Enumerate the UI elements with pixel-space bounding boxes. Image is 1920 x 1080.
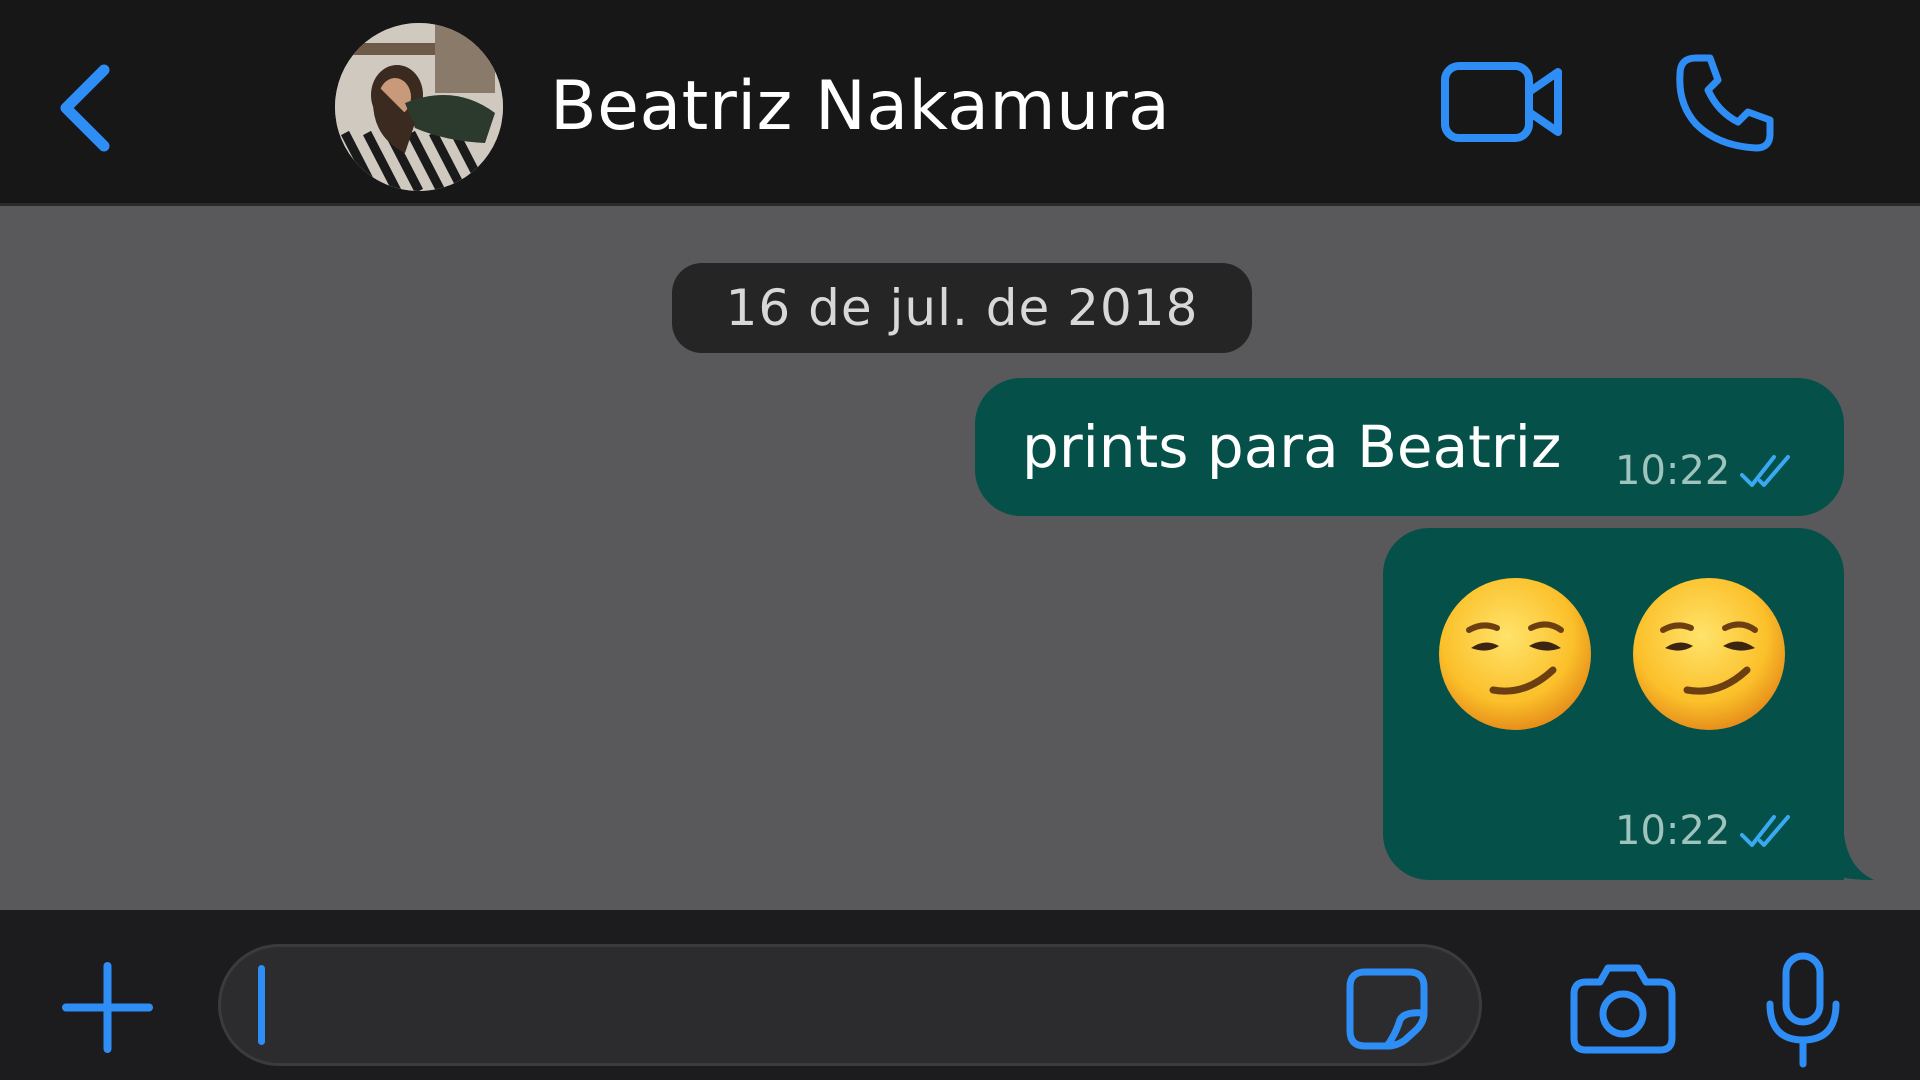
message-input[interactable] — [218, 944, 1482, 1066]
camera-icon — [1570, 964, 1676, 1054]
video-call-button[interactable] — [1440, 60, 1565, 144]
video-camera-icon — [1441, 62, 1562, 142]
emoji-row — [1435, 574, 1789, 734]
smirking-face-emoji — [1629, 574, 1789, 734]
plus-icon — [62, 962, 153, 1053]
contact-photo — [335, 23, 503, 191]
double-check-icon — [1740, 453, 1794, 489]
outgoing-emoji-message[interactable]: 10:22 — [1383, 528, 1874, 880]
sticker-icon — [1346, 968, 1428, 1050]
message-time: 10:22 — [1615, 808, 1731, 854]
double-check-icon — [1740, 813, 1794, 849]
outgoing-message[interactable]: prints para Beatriz 10:22 — [975, 378, 1844, 516]
smirking-face-emoji — [1435, 574, 1595, 734]
message-text: prints para Beatriz — [1022, 413, 1562, 481]
date-separator: 16 de jul. de 2018 — [672, 263, 1252, 353]
chevron-left-icon — [60, 64, 110, 152]
microphone-icon — [1766, 952, 1840, 1068]
camera-button[interactable] — [1570, 962, 1676, 1054]
microphone-button[interactable] — [1764, 952, 1842, 1070]
bubble-tail — [1814, 834, 1874, 880]
attach-button[interactable] — [60, 960, 155, 1055]
chat-area[interactable]: 16 de jul. de 2018 prints para Beatriz 1… — [0, 206, 1920, 910]
text-cursor — [258, 965, 265, 1045]
contact-avatar[interactable] — [335, 23, 503, 191]
sticker-button[interactable] — [1345, 967, 1429, 1051]
contact-name[interactable]: Beatriz Nakamura — [550, 62, 1170, 152]
message-meta: 10:22 — [1615, 808, 1794, 854]
back-button[interactable] — [52, 58, 124, 158]
chat-header: Beatriz Nakamura — [0, 0, 1920, 206]
phone-icon — [1676, 54, 1774, 152]
message-time: 10:22 — [1615, 448, 1731, 494]
message-input-bar — [0, 910, 1920, 1080]
voice-call-button[interactable] — [1672, 50, 1778, 156]
message-meta: 10:22 — [1615, 448, 1794, 494]
